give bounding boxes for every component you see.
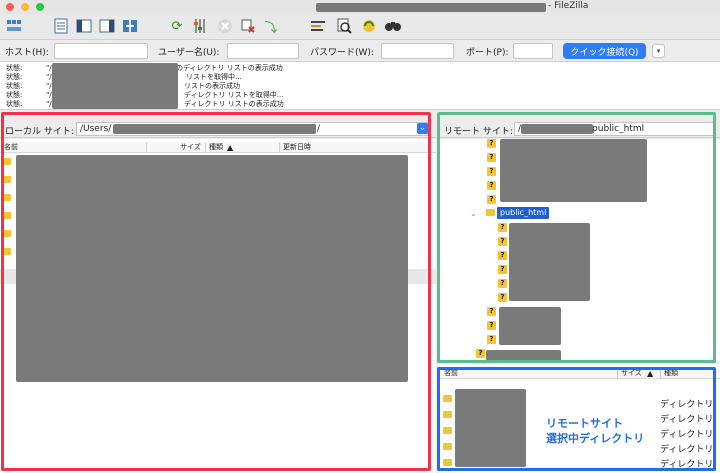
user-input[interactable] (227, 43, 299, 59)
window-title: - FileZilla (548, 1, 589, 11)
port-input[interactable] (513, 43, 553, 59)
reconnect-icon[interactable]: ⤵ (262, 17, 280, 36)
log-kind: 状態: (6, 82, 23, 90)
toolbar: ⟳ ⤵ (0, 14, 720, 40)
log-message: のディレクトリ リストの表示成功 (176, 64, 283, 72)
log-message: ディレクトリ リストを取得中... (184, 91, 284, 99)
log-kind: 状態: (6, 100, 23, 108)
log-row: 状態: "/リストの表示成功 (6, 82, 240, 90)
filter-icon[interactable] (309, 17, 327, 35)
toggle-log-icon[interactable] (52, 17, 70, 35)
log-message: ディレクトリ リストの表示成功 (184, 100, 284, 108)
quickconnect-dropdown[interactable]: ▾ (652, 44, 665, 58)
log-message: リストの表示成功 (184, 82, 240, 90)
remote-tree-highlight (437, 112, 716, 363)
toggle-local-tree-icon[interactable] (75, 17, 93, 35)
quickconnect-bar: ホスト(H): ユーザー名(U): パスワード(W): ポート(P): クイック… (0, 40, 720, 62)
log-row: 状態: "/のディレクトリ リストの表示成功 (6, 64, 283, 72)
log-kind: 状態: (6, 91, 23, 99)
toggle-remote-tree-icon[interactable] (98, 17, 116, 35)
compare-icon[interactable] (335, 17, 353, 35)
minimize-window-button[interactable] (21, 3, 29, 11)
log-row: 状態: "/ディレクトリ リストを取得中... (6, 91, 283, 99)
host-input[interactable] (54, 43, 148, 59)
local-pane-highlight (1, 112, 431, 471)
sync-browse-icon[interactable] (360, 17, 378, 35)
redacted-log-paths (52, 63, 178, 109)
search-icon[interactable] (384, 17, 402, 35)
password-input[interactable] (381, 43, 454, 59)
redacted-title (316, 3, 546, 12)
quickconnect-button[interactable]: クイック接続(Q) (563, 43, 646, 59)
refresh-icon[interactable]: ⟳ (168, 17, 186, 35)
log-message: リストを取得中... (186, 73, 242, 81)
host-label: ホスト(H): (5, 48, 49, 58)
cancel-icon[interactable] (216, 17, 234, 35)
message-log[interactable]: 状態: "/のディレクトリ リストの表示成功 状態: "/リストを取得中... 状態… (0, 62, 720, 110)
log-row: 状態: "/リストを取得中... (6, 73, 242, 81)
chevron-down-icon: ▾ (656, 47, 661, 55)
process-queue-icon[interactable] (191, 17, 209, 35)
log-kind: 状態: (6, 73, 23, 81)
close-window-button[interactable] (6, 3, 14, 11)
title-bar: - FileZilla (0, 0, 720, 14)
log-kind: 状態: (6, 64, 23, 72)
transfer-queue-icon[interactable] (121, 17, 139, 35)
log-row: 状態: "/ディレクトリ リストの表示成功 (6, 100, 284, 108)
port-label: ポート(P): (466, 48, 509, 58)
password-label: パスワード(W): (310, 48, 374, 58)
remote-list-highlight (437, 367, 716, 471)
user-label: ユーザー名(U): (158, 48, 220, 58)
zoom-window-button[interactable] (36, 3, 44, 11)
site-manager-icon[interactable] (5, 17, 23, 35)
disconnect-icon[interactable] (239, 17, 257, 35)
